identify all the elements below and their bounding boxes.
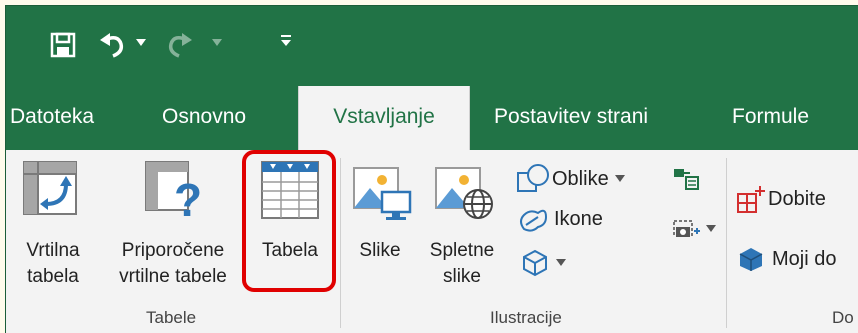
group-separator bbox=[726, 158, 727, 328]
customize-icon[interactable] bbox=[278, 30, 294, 50]
camera-icon bbox=[672, 217, 702, 241]
pictures-button[interactable]: Slike bbox=[346, 160, 414, 300]
3d-models-button[interactable] bbox=[522, 246, 566, 280]
chevron-down-icon bbox=[614, 175, 625, 182]
online-pictures-button[interactable]: Spletne slike bbox=[422, 160, 502, 300]
tab-datoteka[interactable]: Datoteka bbox=[10, 84, 94, 150]
icons-button[interactable]: Ikone bbox=[516, 202, 603, 236]
undo-icon[interactable] bbox=[96, 28, 130, 62]
group-label-dodatki: Do bbox=[832, 308, 854, 327]
svg-text:?: ? bbox=[174, 174, 202, 220]
pivot-table-button[interactable]: Vrtilna tabela bbox=[10, 160, 96, 300]
cube-icon bbox=[522, 249, 548, 277]
smartart-button[interactable] bbox=[672, 164, 700, 194]
excel-window: Datoteka Osnovno Vstavljanje Postavitev … bbox=[6, 6, 858, 333]
shapes-icon bbox=[516, 163, 550, 195]
group-label-ilustracije: Ilustracije bbox=[490, 308, 562, 327]
shapes-button[interactable]: Oblike bbox=[516, 162, 625, 196]
undo-dropdown-icon[interactable] bbox=[134, 36, 148, 50]
ribbon-tabs: Datoteka Osnovno Vstavljanje Postavitev … bbox=[6, 84, 858, 152]
tab-osnovno[interactable]: Osnovno bbox=[162, 84, 246, 150]
redo-dropdown-icon[interactable] bbox=[210, 36, 224, 50]
my-addins-button[interactable]: Moji do bbox=[738, 242, 836, 276]
addin-store-icon bbox=[736, 184, 766, 214]
tab-postavitev-strani[interactable]: Postavitev strani bbox=[494, 84, 648, 150]
group-label-tabele: Tabele bbox=[146, 308, 197, 327]
save-icon[interactable] bbox=[48, 30, 78, 60]
chevron-down-icon bbox=[556, 259, 566, 266]
chevron-down-icon bbox=[706, 225, 716, 232]
recommended-pivot-icon: ? bbox=[144, 160, 204, 227]
redo-icon[interactable] bbox=[162, 28, 196, 62]
recommended-pivot-tables-button[interactable]: ? Priporočene vrtilne tabele bbox=[102, 160, 244, 300]
table-button-highlight bbox=[242, 150, 336, 292]
my-addins-icon bbox=[738, 246, 764, 272]
smartart-icon bbox=[672, 167, 700, 191]
icons-icon bbox=[516, 203, 550, 235]
tab-formule[interactable]: Formule bbox=[732, 84, 809, 150]
tab-vstavljanje[interactable]: Vstavljanje bbox=[298, 86, 470, 152]
pivot-table-icon bbox=[22, 160, 78, 223]
screenshot-button[interactable] bbox=[672, 214, 716, 244]
quick-access-toolbar bbox=[6, 6, 858, 84]
online-pictures-icon bbox=[434, 166, 496, 229]
pictures-icon bbox=[352, 166, 414, 229]
get-addins-button[interactable]: Dobite bbox=[736, 182, 826, 216]
ribbon-panel: Vrtilna tabela ? Priporočene vrtilne tab… bbox=[6, 150, 858, 333]
group-separator bbox=[340, 158, 341, 328]
